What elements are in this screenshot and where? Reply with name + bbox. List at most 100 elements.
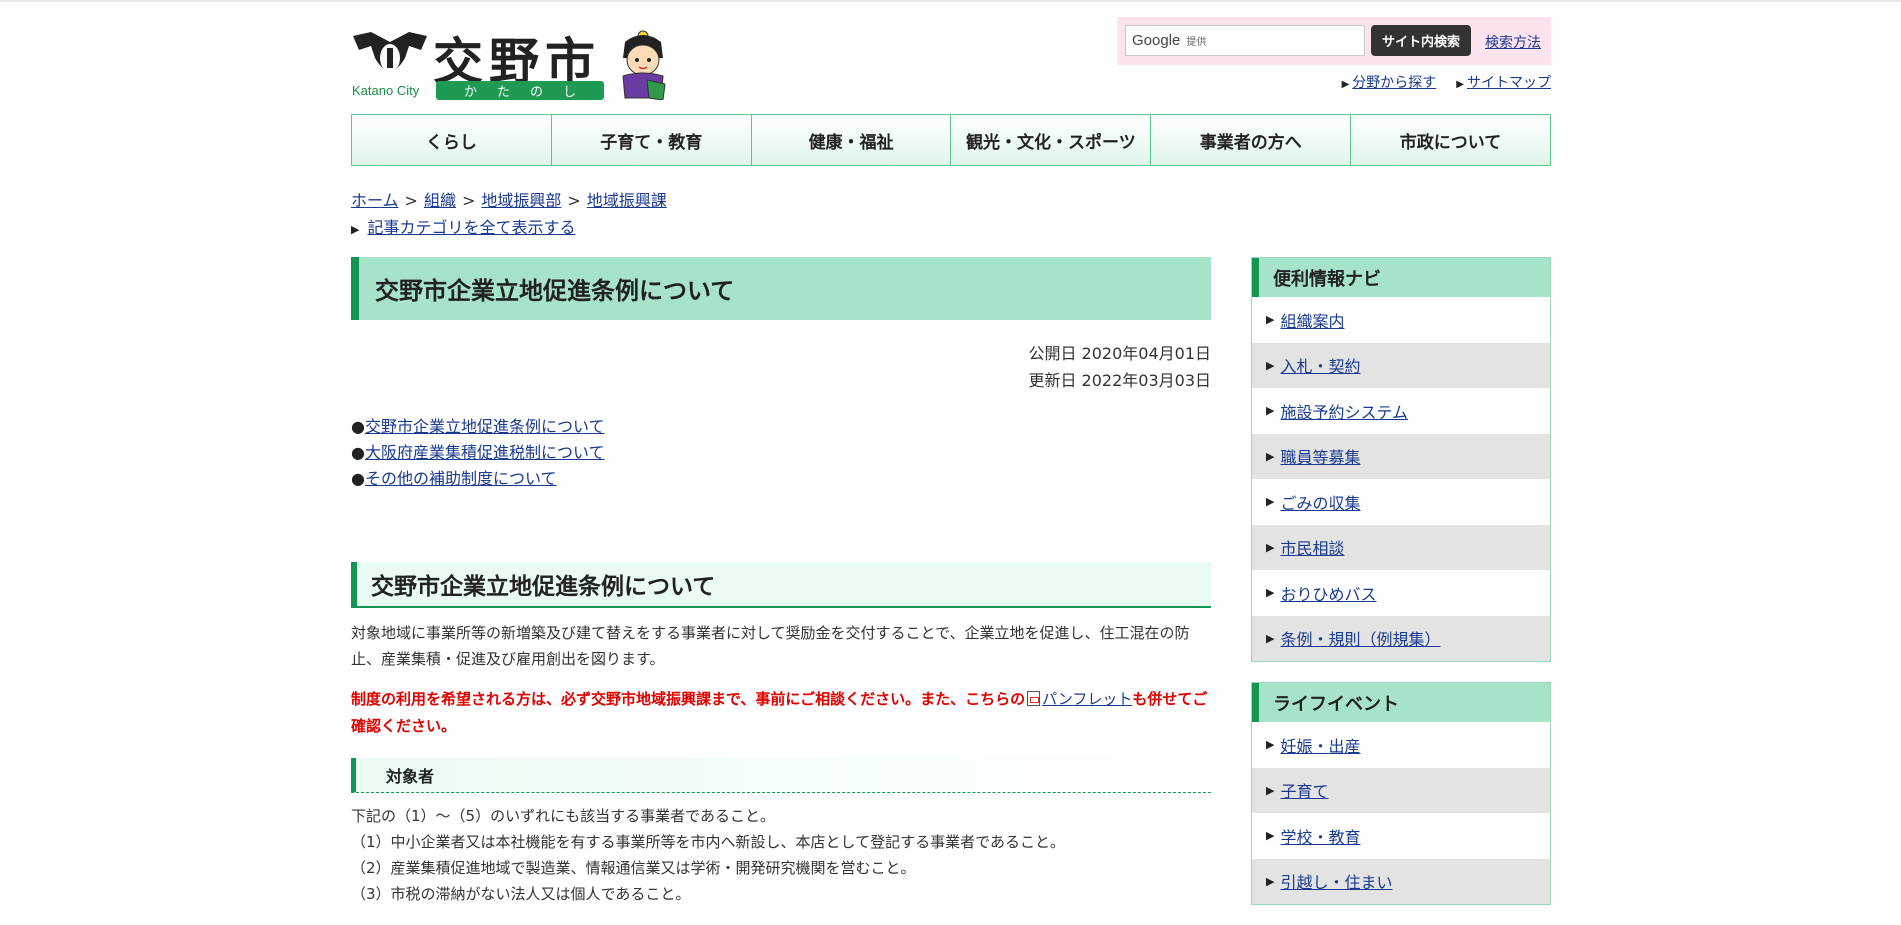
useful-info-title: 便利情報ナビ	[1252, 258, 1550, 297]
sidebar-item-facility-reservation[interactable]: ▶ 施設予約システム	[1252, 388, 1550, 434]
sidebar-link[interactable]: 組織案内	[1280, 308, 1344, 332]
life-events-title: ライフイベント	[1252, 683, 1550, 722]
arrow-right-icon: ▶	[1341, 79, 1350, 90]
breadcrumb-separator: >	[461, 191, 476, 210]
sidebar: 便利情報ナビ ▶ 組織案内 ▶ 入札・契約 ▶ 施設予約システム ▶ 職員等募集 ▶ ごみ…	[1251, 257, 1551, 925]
triangle-right-icon: ▶	[1266, 358, 1275, 372]
category-search-link[interactable]: 分野から探す	[1352, 75, 1436, 91]
triangle-right-icon: ▶	[1266, 586, 1275, 600]
show-categories-link[interactable]: 記事カテゴリを全て表示する	[367, 218, 575, 237]
anchor-link-ordinance[interactable]: 交野市企業立地促進条例について	[365, 417, 605, 436]
sitemap-link[interactable]: サイトマップ	[1467, 75, 1551, 91]
eligibility-item: （3）市税の滞納がない法人又は個人であること。	[351, 885, 691, 903]
city-name-en: Katano City	[352, 83, 420, 98]
nav-item-tourism-culture-sports[interactable]: 観光・文化・スポーツ	[951, 115, 1152, 165]
site-search-button[interactable]: サイト内検索	[1371, 25, 1471, 56]
updated-date: 更新日 2022年03月03日	[1028, 371, 1211, 390]
anchor-link-osaka-tax[interactable]: 大阪府産業集積促進税制について	[365, 443, 605, 462]
kana-char: た	[496, 85, 510, 100]
sidebar-item-regulations[interactable]: ▶ 条例・規則（例規集）	[1252, 615, 1550, 661]
search-input[interactable]: Google 提供	[1125, 25, 1365, 56]
triangle-right-icon: ▶	[1266, 313, 1275, 327]
triangle-right-icon: ▶	[1266, 540, 1275, 554]
notice-text: 制度の利用を希望される方は、必ず交野市地域振興課まで、事前にご相談ください。また…	[351, 690, 1026, 708]
site-logo[interactable]: 交野市 Katano City か た の し	[351, 28, 676, 100]
breadcrumb-department[interactable]: 地域振興部	[481, 191, 561, 210]
eligibility-list: 下記の（1）～（5）のいずれにも該当する事業者であること。 （1）中小企業者又は…	[351, 803, 1211, 907]
triangle-right-icon: ▶	[1266, 495, 1275, 509]
sidebar-link[interactable]: 子育て	[1280, 778, 1328, 802]
published-date: 公開日 2020年04月01日	[1028, 344, 1211, 363]
sidebar-item-orihime-bus[interactable]: ▶ おりひめバス	[1252, 570, 1550, 616]
sidebar-item-bidding[interactable]: ▶ 入札・契約	[1252, 342, 1550, 388]
arrow-right-icon: ▶	[1456, 79, 1464, 90]
breadcrumb: ホーム > 組織 > 地域振興部 > 地域振興課	[351, 187, 667, 211]
section-intro: 対象地域に事業所等の新増築及び建て替えをする事業者に対して奨励金を交付することで…	[351, 624, 1190, 668]
search-help-link[interactable]: 検索方法	[1485, 32, 1541, 52]
sitemap-link-wrap: ▶ サイトマップ	[1456, 72, 1551, 92]
section-heading: 交野市企業立地促進条例について	[351, 562, 1211, 608]
sidebar-link[interactable]: 引越し・住まい	[1280, 869, 1392, 893]
breadcrumb-organization[interactable]: 組織	[424, 191, 456, 210]
sidebar-link[interactable]: おりひめバス	[1280, 581, 1376, 605]
consultation-notice: 制度の利用を希望される方は、必ず交野市地域振興課まで、事前にご相談ください。また…	[351, 686, 1211, 740]
page-container: 交野市 Katano City か た の し Google 提供 サイト内検索…	[351, 0, 1551, 905]
triangle-right-icon: ▶	[1266, 738, 1275, 752]
pdf-icon	[1027, 691, 1041, 706]
sidebar-link[interactable]: 職員等募集	[1280, 444, 1360, 468]
sidebar-item-consultation[interactable]: ▶ 市民相談	[1252, 524, 1550, 570]
triangle-right-icon: ▶	[1266, 874, 1275, 888]
sidebar-link[interactable]: 条例・規則（例規集）	[1280, 626, 1440, 650]
breadcrumb-separator: >	[404, 191, 418, 210]
google-label: Google	[1132, 32, 1181, 49]
triangle-right-icon: ▶	[1266, 404, 1275, 418]
sidebar-item-garbage[interactable]: ▶ ごみの収集	[1252, 479, 1550, 525]
triangle-right-icon: ▶	[1266, 783, 1275, 797]
breadcrumb-section[interactable]: 地域振興課	[587, 191, 667, 210]
city-crest-icon	[353, 32, 427, 72]
mascot-icon	[622, 30, 666, 100]
kana-char: の	[529, 85, 543, 100]
city-kana-badge: か た の し	[436, 81, 604, 100]
anchor-link-other-subsidies[interactable]: その他の補助制度について	[365, 469, 557, 488]
anchor-item: ●大阪府産業集積促進税制について	[351, 440, 1211, 466]
sidebar-link[interactable]: 施設予約システム	[1280, 399, 1408, 423]
eligibility-item: （2）産業集積促進地域で製造業、情報通信業又は学術・開発研究機関を営むこと。	[351, 859, 916, 877]
sidebar-link[interactable]: 市民相談	[1280, 535, 1344, 559]
breadcrumb-home[interactable]: ホーム	[351, 191, 399, 210]
sidebar-item-organization[interactable]: ▶ 組織案内	[1252, 297, 1550, 343]
kana-char: か	[463, 85, 477, 100]
category-search-link-wrap: ▶ 分野から探す	[1342, 72, 1437, 92]
nav-item-health-welfare[interactable]: 健康・福祉	[751, 115, 952, 165]
sidebar-link[interactable]: 入札・契約	[1280, 353, 1360, 377]
sidebar-item-moving[interactable]: ▶ 引越し・住まい	[1252, 858, 1550, 904]
anchor-item: ●その他の補助制度について	[351, 466, 1211, 492]
subsection-heading: 対象者	[351, 758, 1211, 793]
global-nav: くらし 子育て・教育 健康・福祉 観光・文化・スポーツ 事業者の方へ 市政につい…	[351, 114, 1551, 166]
eligibility-item: 下記の（1）～（5）のいずれにも該当する事業者であること。	[351, 807, 775, 825]
sidebar-item-recruitment[interactable]: ▶ 職員等募集	[1252, 433, 1550, 479]
triangle-right-icon: ▶	[1266, 449, 1275, 463]
nav-item-living[interactable]: くらし	[352, 115, 552, 165]
triangle-right-icon: ▶	[351, 223, 360, 236]
main-content: 交野市企業立地促進条例について 公開日 2020年04月01日 更新日 2022…	[351, 257, 1211, 907]
page-anchor-list: ●交野市企業立地促進条例について ●大阪府産業集積促進税制について ●その他の補…	[351, 414, 1211, 492]
bullet-icon: ●	[351, 469, 365, 488]
eligibility-item: （1）中小企業者又は本社機能を有する事業所等を市内へ新設し、本店として登記する事…	[351, 833, 1065, 851]
sidebar-link[interactable]: 妊娠・出産	[1280, 733, 1360, 757]
bullet-icon: ●	[351, 443, 365, 462]
useful-info-navi: 便利情報ナビ ▶ 組織案内 ▶ 入札・契約 ▶ 施設予約システム ▶ 職員等募集 ▶ ごみ…	[1251, 257, 1551, 662]
sidebar-item-childcare[interactable]: ▶ 子育て	[1252, 767, 1550, 813]
nav-item-city-administration[interactable]: 市政について	[1351, 115, 1550, 165]
anchor-item: ●交野市企業立地促進条例について	[351, 414, 1211, 440]
sidebar-item-school[interactable]: ▶ 学校・教育	[1252, 813, 1550, 859]
header-sub-links: ▶ 分野から探す ▶ サイトマップ	[1342, 72, 1551, 92]
sidebar-item-pregnancy[interactable]: ▶ 妊娠・出産	[1252, 722, 1550, 768]
kana-char: し	[562, 85, 576, 100]
pamphlet-link[interactable]: パンフレット	[1042, 690, 1132, 708]
nav-item-childcare-education[interactable]: 子育て・教育	[551, 115, 752, 165]
nav-item-business[interactable]: 事業者の方へ	[1151, 115, 1352, 165]
sidebar-link[interactable]: ごみの収集	[1280, 490, 1360, 514]
breadcrumb-separator: >	[567, 191, 581, 210]
sidebar-link[interactable]: 学校・教育	[1280, 824, 1360, 848]
